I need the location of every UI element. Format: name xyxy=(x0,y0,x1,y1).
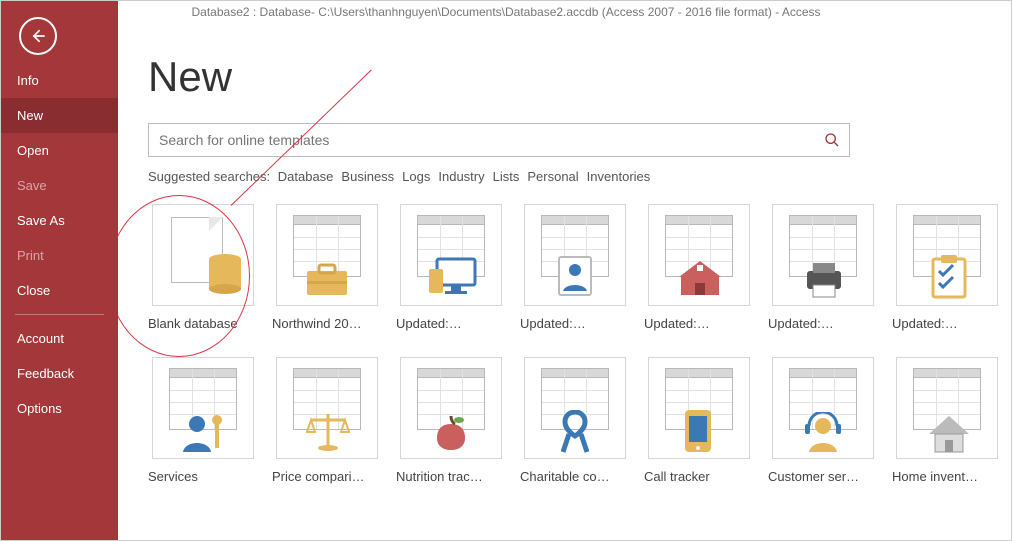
template-briefcase[interactable]: Northwind 20… xyxy=(272,204,382,331)
suggested-database[interactable]: Database xyxy=(278,169,334,184)
suggested-business[interactable]: Business xyxy=(341,169,394,184)
search-icon[interactable] xyxy=(815,132,849,148)
template-scales[interactable]: Price compari… xyxy=(272,357,382,484)
printer-icon xyxy=(772,204,874,306)
template-label: Price compari… xyxy=(272,469,382,484)
template-contact[interactable]: Updated:… xyxy=(520,204,630,331)
main-panel: New Suggested searches: Database Business… xyxy=(118,23,1011,540)
nav-options[interactable]: Options xyxy=(1,391,118,426)
nav-info[interactable]: Info xyxy=(1,63,118,98)
template-ribbon[interactable]: Charitable co… xyxy=(520,357,630,484)
nav-print: Print xyxy=(1,238,118,273)
ribbon-icon xyxy=(524,357,626,459)
template-school[interactable]: Updated:… xyxy=(644,204,754,331)
headset-icon xyxy=(772,357,874,459)
template-label: Updated:… xyxy=(396,316,506,331)
backstage-sidebar: InfoNewOpenSaveSave AsPrintClose AccountF… xyxy=(1,1,118,540)
devices-icon xyxy=(400,204,502,306)
blank-db-icon xyxy=(152,204,254,306)
briefcase-icon xyxy=(276,204,378,306)
template-label: Services xyxy=(148,469,258,484)
template-house[interactable]: Home invent… xyxy=(892,357,1002,484)
suggested-label: Suggested searches: xyxy=(148,169,270,184)
template-label: Call tracker xyxy=(644,469,754,484)
nav-close[interactable]: Close xyxy=(1,273,118,308)
template-person-wrench[interactable]: Services xyxy=(148,357,258,484)
template-printer[interactable]: Updated:… xyxy=(768,204,878,331)
nav-open[interactable]: Open xyxy=(1,133,118,168)
apple-icon xyxy=(400,357,502,459)
template-label: Updated:… xyxy=(644,316,754,331)
template-checklist[interactable]: Updated:… xyxy=(892,204,1002,331)
suggested-industry[interactable]: Industry xyxy=(438,169,484,184)
template-label: Blank database xyxy=(148,316,258,331)
checklist-icon xyxy=(896,204,998,306)
back-button[interactable] xyxy=(19,17,57,55)
school-icon xyxy=(648,204,750,306)
template-label: Updated:… xyxy=(768,316,878,331)
person-wrench-icon xyxy=(152,357,254,459)
nav-account[interactable]: Account xyxy=(1,321,118,356)
window-title: Database2 : Database- C:\Users\thanhnguy… xyxy=(1,1,1011,23)
nav-save-as[interactable]: Save As xyxy=(1,203,118,238)
template-label: Updated:… xyxy=(520,316,630,331)
scales-icon xyxy=(276,357,378,459)
suggested-searches: Suggested searches: Database Business Logs… xyxy=(148,169,981,184)
nav-save: Save xyxy=(1,168,118,203)
template-label: Charitable co… xyxy=(520,469,630,484)
back-arrow-icon xyxy=(28,26,48,46)
house-icon xyxy=(896,357,998,459)
template-label: Nutrition trac… xyxy=(396,469,506,484)
template-label: Home invent… xyxy=(892,469,1002,484)
template-devices[interactable]: Updated:… xyxy=(396,204,506,331)
suggested-logs[interactable]: Logs xyxy=(402,169,430,184)
page-title: New xyxy=(148,53,981,101)
template-blank-db[interactable]: Blank database xyxy=(148,204,258,331)
template-search[interactable] xyxy=(148,123,850,157)
suggested-inventories[interactable]: Inventories xyxy=(587,169,651,184)
template-label: Customer ser… xyxy=(768,469,878,484)
template-label: Updated:… xyxy=(892,316,1002,331)
phone-icon xyxy=(648,357,750,459)
search-input[interactable] xyxy=(149,132,815,148)
template-headset[interactable]: Customer ser… xyxy=(768,357,878,484)
template-label: Northwind 20… xyxy=(272,316,382,331)
suggested-personal[interactable]: Personal xyxy=(527,169,578,184)
nav-feedback[interactable]: Feedback xyxy=(1,356,118,391)
contact-icon xyxy=(524,204,626,306)
template-apple[interactable]: Nutrition trac… xyxy=(396,357,506,484)
suggested-lists[interactable]: Lists xyxy=(493,169,520,184)
template-phone[interactable]: Call tracker xyxy=(644,357,754,484)
nav-new[interactable]: New xyxy=(1,98,118,133)
